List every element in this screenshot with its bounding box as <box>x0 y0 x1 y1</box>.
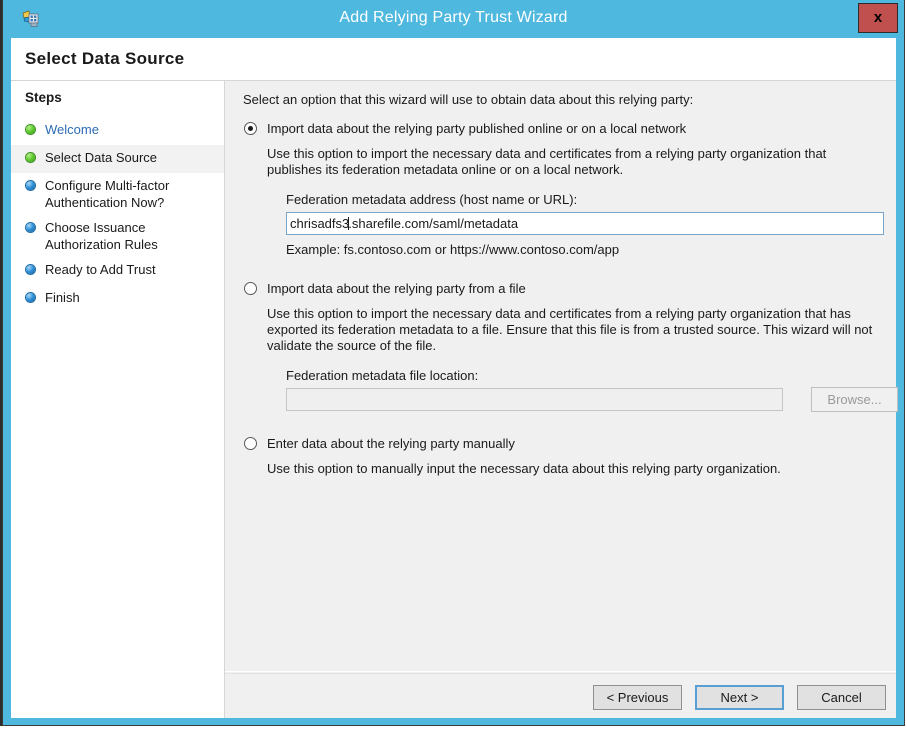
step-bullet-icon <box>26 181 35 190</box>
option-description: Use this option to import the necessary … <box>267 306 873 353</box>
step-bullet-icon <box>26 223 35 232</box>
steps-list: Welcome Select Data Source Configure Mul… <box>11 117 224 313</box>
sidebar-item-label: Choose Issuance Authorization Rules <box>45 220 158 252</box>
option-label: Import data about the relying party publ… <box>267 121 687 136</box>
sidebar-item-label: Configure Multi-factor Authentication No… <box>45 178 170 210</box>
page-title: Select Data Source <box>25 49 185 68</box>
radio-import-online[interactable]: Import data about the relying party publ… <box>225 121 896 139</box>
sidebar-item-label: Welcome <box>45 122 99 137</box>
metadata-address-value-tail: .sharefile.com/saml/metadata <box>348 216 519 231</box>
sidebar-item-configure-mfa[interactable]: Configure Multi-factor Authentication No… <box>11 173 224 215</box>
step-bullet-icon <box>26 265 35 274</box>
radio-selected-icon <box>244 122 257 135</box>
window-title: Add Relying Party Trust Wizard <box>339 9 568 26</box>
page-header: Select Data Source <box>11 38 896 81</box>
previous-button[interactable]: < Previous <box>593 685 682 710</box>
metadata-file-row: Browse... <box>286 387 899 412</box>
steps-sidebar: Steps Welcome Select Data Source Configu… <box>11 81 225 718</box>
option-manual-entry: Enter data about the relying party manua… <box>225 436 896 477</box>
metadata-address-label: Federation metadata address (host name o… <box>286 192 578 207</box>
steps-heading: Steps <box>25 90 62 105</box>
radio-unselected-icon <box>244 282 257 295</box>
sidebar-item-label: Finish <box>45 290 80 305</box>
radio-import-file[interactable]: Import data about the relying party from… <box>225 281 896 299</box>
sidebar-item-select-data-source[interactable]: Select Data Source <box>11 145 224 173</box>
radio-unselected-icon <box>244 437 257 450</box>
sidebar-item-ready-to-add-trust[interactable]: Ready to Add Trust <box>11 257 224 285</box>
sidebar-item-finish[interactable]: Finish <box>11 285 224 313</box>
sidebar-item-label: Ready to Add Trust <box>45 262 156 277</box>
browse-button[interactable]: Browse... <box>811 387 898 412</box>
button-bar: < Previous Next > Cancel <box>225 673 896 718</box>
metadata-file-label: Federation metadata file location: <box>286 368 479 383</box>
next-button[interactable]: Next > <box>695 685 784 710</box>
step-bullet-icon <box>26 153 35 162</box>
option-label: Import data about the relying party from… <box>267 281 526 296</box>
window-frame: Add Relying Party Trust Wizard x Select … <box>2 0 905 726</box>
option-label: Enter data about the relying party manua… <box>267 436 515 451</box>
metadata-address-example: Example: fs.contoso.com or https://www.c… <box>286 242 620 257</box>
metadata-address-value-head: chrisadfs3 <box>290 216 350 231</box>
sidebar-item-label: Select Data Source <box>45 150 158 165</box>
wizard-page: Select Data Source Steps Welcome Select … <box>11 38 899 718</box>
step-bullet-icon <box>26 125 35 134</box>
metadata-address-input[interactable]: chrisadfs3.sharefile.com/saml/metadata <box>286 212 884 235</box>
close-button[interactable]: x <box>858 3 898 33</box>
sidebar-item-welcome[interactable]: Welcome <box>11 117 224 145</box>
cancel-button[interactable]: Cancel <box>797 685 886 710</box>
wizard-window: Add Relying Party Trust Wizard x Select … <box>0 0 907 734</box>
option-description: Use this option to manually input the ne… <box>267 461 781 476</box>
content-panel: Select an option that this wizard will u… <box>225 81 899 718</box>
option-description: Use this option to import the necessary … <box>267 146 827 177</box>
content-body: Select an option that this wizard will u… <box>225 81 899 672</box>
option-import-file: Import data about the relying party from… <box>225 281 899 412</box>
radio-manual-entry[interactable]: Enter data about the relying party manua… <box>225 436 896 454</box>
sidebar-item-choose-issuance-rules[interactable]: Choose Issuance Authorization Rules <box>11 215 224 257</box>
option-import-online: Import data about the relying party publ… <box>225 121 896 257</box>
title-bar: Add Relying Party Trust Wizard x <box>3 0 904 38</box>
intro-text: Select an option that this wizard will u… <box>243 92 694 107</box>
metadata-file-input[interactable] <box>286 388 783 411</box>
step-bullet-icon <box>26 293 35 302</box>
